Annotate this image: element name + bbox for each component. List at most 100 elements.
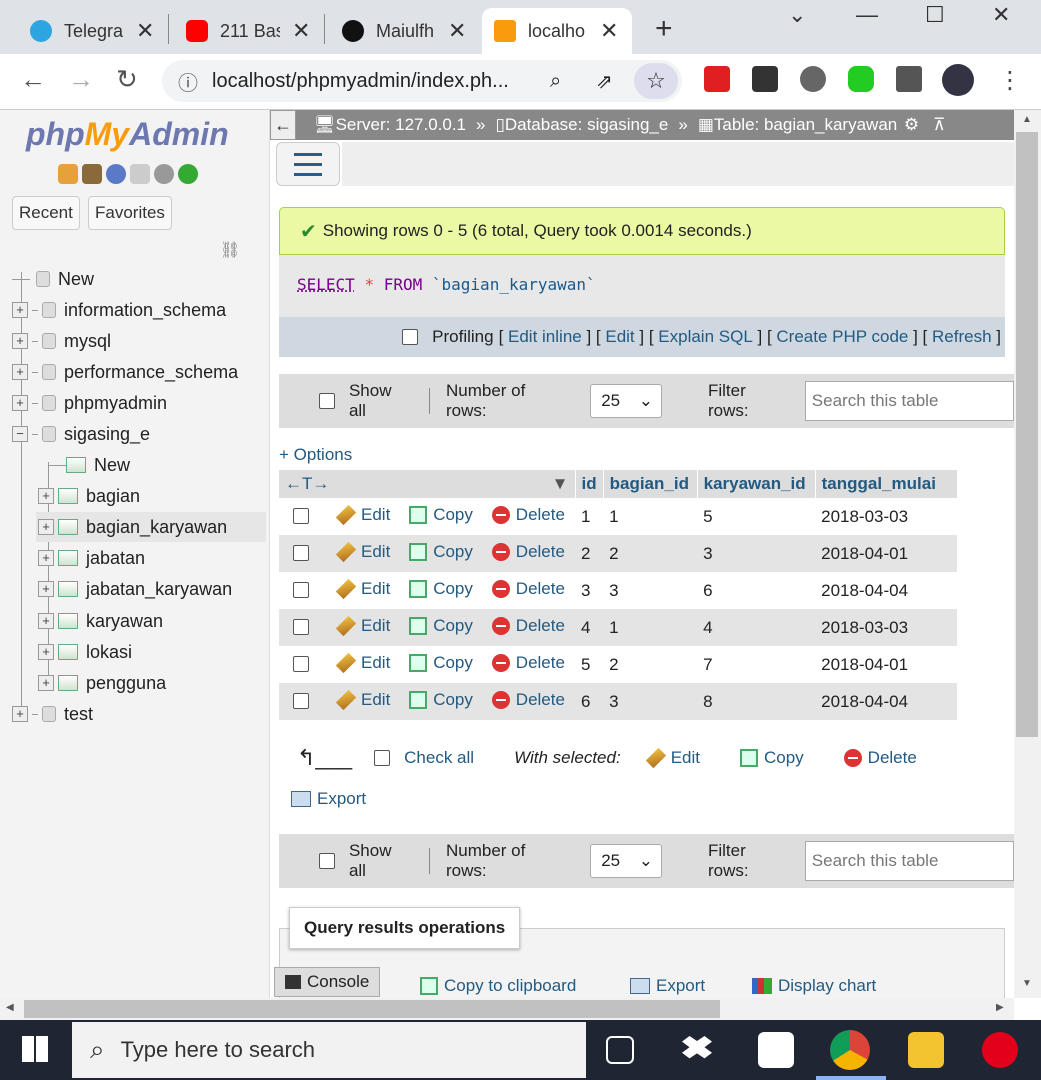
row-edit-button[interactable]: Edit	[335, 689, 390, 710]
tree-item-information_schema[interactable]: + information_schema	[12, 295, 226, 325]
cell-karyawan_id[interactable]: 8	[697, 683, 816, 720]
tree-item-lokasi[interactable]: + lokasi	[38, 637, 132, 667]
bulk-export-button[interactable]: Export	[291, 789, 366, 809]
row-edit-button[interactable]: Edit	[335, 541, 390, 562]
minimize-icon[interactable]: —	[856, 2, 878, 28]
edit-inline-link[interactable]: Edit inline	[508, 327, 582, 347]
export-link[interactable]: Export	[630, 976, 705, 996]
close-tab-icon[interactable]: ✕	[448, 18, 466, 44]
logout-icon[interactable]	[82, 164, 102, 184]
row-copy-button[interactable]: Copy	[409, 690, 473, 710]
sort-dropdown-icon[interactable]: ▼	[552, 474, 569, 494]
console-button[interactable]: Console	[274, 967, 380, 997]
expand-icon[interactable]: +	[12, 302, 28, 318]
cell-karyawan_id[interactable]: 4	[697, 609, 816, 646]
cell-id[interactable]: 4	[575, 609, 604, 646]
tree-item-new[interactable]: New	[12, 264, 94, 294]
cell-tanggal_mulai[interactable]: 2018-03-03	[815, 609, 958, 646]
check-all-label[interactable]: Check all	[404, 748, 474, 768]
expand-icon[interactable]: +	[38, 519, 54, 535]
file-explorer-icon[interactable]	[908, 1032, 944, 1068]
breadcrumb-server[interactable]: Server: 127.0.0.1	[336, 115, 466, 135]
windows-start-icon[interactable]	[22, 1036, 48, 1062]
close-window-icon[interactable]: ✕	[992, 2, 1010, 28]
cell-tanggal_mulai[interactable]: 2018-04-04	[815, 572, 958, 609]
cell-bagian_id[interactable]: 3	[603, 572, 698, 609]
share-icon[interactable]: ⇗	[596, 69, 613, 94]
row-delete-button[interactable]: Delete	[491, 653, 565, 673]
tree-item-test[interactable]: + test	[12, 699, 93, 729]
collapse-top-icon[interactable]: ⊼	[933, 115, 945, 135]
filter-rows-input[interactable]: Search this table	[804, 381, 1014, 421]
incognito-extension-icon[interactable]	[800, 66, 826, 92]
scrollbar-thumb[interactable]	[1016, 132, 1038, 737]
bookmark-star-icon[interactable]: ☆	[634, 63, 678, 99]
tree-item-performance_schema[interactable]: + performance_schema	[12, 357, 238, 387]
tab-favorites[interactable]: Favorites	[88, 196, 172, 230]
extensions-puzzle-icon[interactable]	[896, 66, 922, 92]
profiling-checkbox[interactable]	[402, 329, 419, 345]
column-karyawan_id[interactable]: karyawan_id	[697, 470, 816, 498]
row-checkbox[interactable]	[293, 618, 309, 635]
row-edit-button[interactable]: Edit	[335, 615, 390, 636]
row-delete-button[interactable]: Delete	[491, 616, 565, 636]
cell-bagian_id[interactable]: 2	[603, 646, 698, 683]
vertical-scrollbar[interactable]: ▲ ▼	[1014, 110, 1041, 998]
show-all-checkbox[interactable]	[319, 853, 335, 869]
expand-icon[interactable]: +	[12, 364, 28, 380]
forward-icon[interactable]: →	[68, 64, 94, 95]
dropbox-icon[interactable]	[682, 1036, 712, 1059]
reload-navigation-icon[interactable]	[178, 164, 198, 184]
row-copy-button[interactable]: Copy	[409, 579, 473, 599]
chrome-icon[interactable]	[830, 1030, 870, 1070]
close-tab-icon[interactable]: ✕	[292, 18, 310, 44]
collapse-icon[interactable]: −	[12, 426, 28, 442]
scrollbar-thumb[interactable]	[24, 1000, 720, 1018]
breadcrumb-database[interactable]: Database: sigasing_e	[505, 115, 669, 135]
new-tab-icon[interactable]: +	[655, 12, 673, 46]
row-copy-button[interactable]: Copy	[409, 505, 473, 525]
cell-id[interactable]: 3	[575, 572, 604, 609]
row-edit-button[interactable]: Edit	[335, 578, 390, 599]
maximize-icon[interactable]: ☐	[925, 2, 945, 28]
link-with-main-icon[interactable]: ⛓	[220, 240, 240, 260]
row-checkbox[interactable]	[293, 581, 309, 598]
options-link[interactable]: + Options	[279, 445, 352, 465]
back-icon[interactable]: ←	[20, 64, 46, 95]
tab-youtube[interactable]: 211 Bas ✕	[174, 8, 322, 54]
tree-item-karyawan[interactable]: + karyawan	[38, 606, 163, 636]
row-edit-button[interactable]: Edit	[335, 504, 390, 525]
row-checkbox[interactable]	[293, 655, 309, 672]
taskbar-search-input[interactable]: ⌕ Type here to search	[72, 1022, 586, 1078]
close-tab-icon[interactable]: ✕	[600, 18, 618, 44]
task-view-icon[interactable]	[606, 1036, 634, 1064]
tab-telegram[interactable]: Telegra ✕	[18, 8, 166, 54]
resize-columns-icon[interactable]: ←T→	[285, 474, 329, 493]
tree-item-pengguna[interactable]: + pengguna	[38, 668, 166, 698]
cell-tanggal_mulai[interactable]: 2018-04-04	[815, 683, 958, 720]
edit-link[interactable]: Edit	[605, 327, 634, 347]
row-checkbox[interactable]	[293, 544, 309, 561]
expand-icon[interactable]: +	[38, 581, 54, 597]
expand-icon[interactable]: +	[38, 550, 54, 566]
create-php-code-link[interactable]: Create PHP code	[776, 327, 908, 347]
expand-icon[interactable]: +	[12, 706, 28, 722]
cell-tanggal_mulai[interactable]: 2018-04-01	[815, 535, 958, 572]
expand-icon[interactable]: +	[12, 333, 28, 349]
expand-icon[interactable]: +	[12, 395, 28, 411]
row-copy-button[interactable]: Copy	[409, 616, 473, 636]
show-all-checkbox[interactable]	[319, 393, 335, 409]
row-checkbox[interactable]	[293, 692, 309, 709]
reload-icon[interactable]: ↻	[116, 64, 138, 95]
settings-gear-icon[interactable]: ⚙	[904, 115, 919, 135]
expand-icon[interactable]: +	[38, 488, 54, 504]
tree-item-new-table[interactable]: New	[48, 450, 130, 480]
cell-karyawan_id[interactable]: 7	[697, 646, 816, 683]
copy-to-clipboard-link[interactable]: Copy to clipboard	[420, 976, 576, 996]
row-delete-button[interactable]: Delete	[491, 579, 565, 599]
cell-id[interactable]: 2	[575, 535, 604, 572]
info-icon[interactable]: ⓘ	[178, 67, 198, 96]
rows-per-page-select[interactable]: 25 ⌄	[590, 384, 662, 418]
tree-item-bagian[interactable]: + bagian	[38, 481, 140, 511]
cell-karyawan_id[interactable]: 3	[697, 535, 816, 572]
